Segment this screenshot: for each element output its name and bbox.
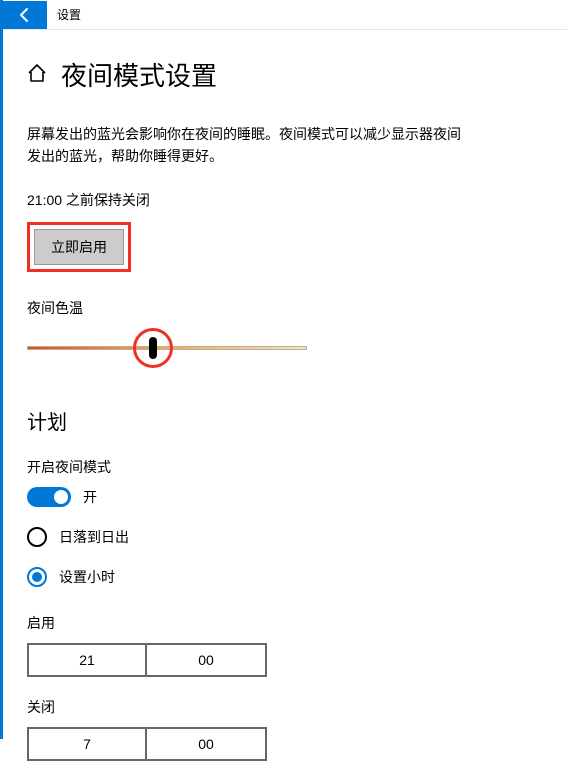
titlebar-label: 设置: [47, 6, 81, 23]
radio-sunset-label: 日落到日出: [59, 527, 129, 547]
toggle-knob: [54, 490, 68, 504]
back-arrow-icon: [17, 7, 33, 23]
radio-sunset[interactable]: [27, 527, 47, 547]
turn-on-time-picker: 21 00: [27, 643, 543, 677]
radio-hours-label: 设置小时: [59, 567, 115, 587]
toggle-state-text: 开: [83, 487, 97, 507]
turn-on-minute[interactable]: 00: [147, 643, 267, 677]
turn-off-time-picker: 7 00: [27, 727, 543, 761]
color-temp-label: 夜间色温: [27, 298, 543, 318]
turn-off-label: 关闭: [27, 697, 543, 717]
radio-set-hours[interactable]: [27, 567, 47, 587]
schedule-toggle-label: 开启夜间模式: [27, 457, 543, 477]
page-title: 夜间模式设置: [61, 56, 217, 93]
enable-button-highlight: 立即启用: [27, 222, 131, 272]
enable-now-button[interactable]: 立即启用: [34, 229, 124, 265]
slider-track: [27, 346, 307, 350]
titlebar: 设置: [3, 0, 567, 30]
page-header: 夜间模式设置: [27, 56, 543, 93]
schedule-toggle-row: 开: [27, 487, 543, 507]
description-text: 屏幕发出的蓝光会影响你在夜间的睡眠。夜间模式可以减少显示器夜间发出的蓝光，帮助你…: [27, 123, 467, 168]
turn-on-hour[interactable]: 21: [27, 643, 147, 677]
turn-off-hour[interactable]: 7: [27, 727, 147, 761]
radio-row-hours[interactable]: 设置小时: [27, 567, 543, 587]
turn-off-minute[interactable]: 00: [147, 727, 267, 761]
schedule-toggle[interactable]: [27, 487, 71, 507]
back-button[interactable]: [3, 1, 47, 29]
color-temp-slider[interactable]: [27, 334, 307, 374]
turn-on-label: 启用: [27, 613, 543, 633]
status-text: 21:00 之前保持关闭: [27, 190, 543, 210]
content-area: 夜间模式设置 屏幕发出的蓝光会影响你在夜间的睡眠。夜间模式可以减少显示器夜间发出…: [3, 30, 567, 761]
radio-row-sunset[interactable]: 日落到日出: [27, 527, 543, 547]
home-icon: [27, 63, 47, 86]
schedule-heading: 计划: [27, 406, 543, 435]
slider-thumb[interactable]: [149, 337, 157, 359]
